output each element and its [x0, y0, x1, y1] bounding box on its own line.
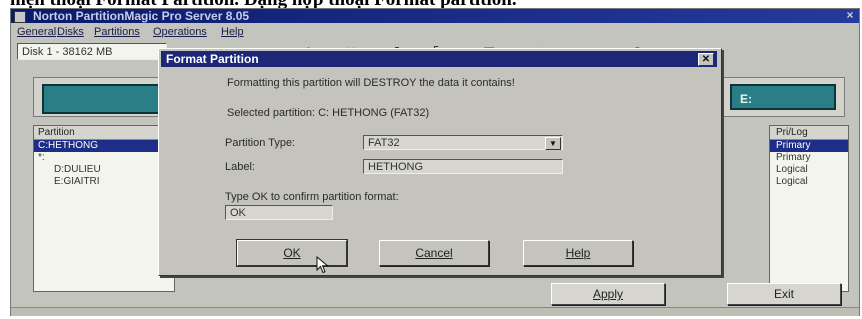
cancel-button[interactable]: Cancel — [379, 240, 489, 266]
partition-column-header[interactable]: Partition — [34, 126, 174, 140]
menu-general[interactable]: General — [17, 23, 56, 41]
dialog-selected-partition: Selected partition: C: HETHONG (FAT32) — [227, 107, 430, 119]
list-item[interactable]: E:GIAITRI — [34, 176, 174, 188]
confirm-field[interactable]: OK — [225, 205, 333, 220]
list-item[interactable]: D:DULIEU — [34, 164, 174, 176]
menu-help[interactable]: Help — [221, 23, 244, 41]
partition-type-select[interactable]: FAT32 ▼ — [363, 135, 563, 150]
dialog-close-icon[interactable]: ✕ — [698, 53, 714, 66]
menu-disks[interactable]: Disks — [57, 23, 84, 41]
partition-type-label: Partition Type: — [225, 137, 296, 149]
chevron-down-icon[interactable]: ▼ — [545, 137, 561, 150]
confirm-label: Type OK to confirm partition format: — [225, 191, 399, 203]
list-item[interactable]: Primary — [770, 140, 848, 152]
ok-button[interactable]: OK — [236, 239, 348, 267]
app-close-button[interactable]: × — [843, 9, 857, 22]
dialog-warning: Formatting this partition will DESTROY t… — [227, 77, 515, 89]
help-button-label: Help — [565, 246, 591, 260]
menu-partitions[interactable]: Partitions — [94, 23, 140, 41]
list-item[interactable]: *: — [34, 152, 174, 164]
apply-button[interactable]: Apply — [551, 283, 665, 305]
list-item[interactable]: Primary — [770, 152, 848, 164]
label-field[interactable]: HETHONG — [363, 159, 563, 174]
status-bar — [11, 307, 859, 316]
apply-button-label: Apply — [592, 287, 624, 301]
pri-log-column: Pri/Log Primary Primary Logical Logical — [769, 125, 849, 292]
list-item[interactable]: Logical — [770, 164, 848, 176]
list-item[interactable]: C:HETHONG — [34, 140, 174, 152]
exit-button-label: Exit — [773, 287, 794, 301]
pri-log-column-header[interactable]: Pri/Log — [770, 126, 848, 140]
cancel-button-label: Cancel — [415, 246, 453, 260]
menu-operations[interactable]: Operations — [153, 23, 207, 41]
partition-block-e[interactable]: E: — [730, 84, 836, 110]
help-button[interactable]: Help — [523, 240, 633, 266]
list-item[interactable]: Logical — [770, 176, 848, 188]
partition-type-value: FAT32 — [368, 137, 400, 149]
menubar: General Disks Partitions Operations Help — [11, 23, 859, 41]
app-title: Norton PartitionMagic Pro Server 8.05 — [33, 9, 250, 23]
format-partition-dialog: Format Partition ✕ Formatting this parti… — [158, 48, 722, 276]
dialog-titlebar: Format Partition ✕ — [161, 51, 717, 67]
disk-select[interactable]: Disk 1 - 38162 MB — [17, 43, 167, 60]
dialog-title: Format Partition — [166, 52, 259, 66]
mouse-pointer-icon — [316, 256, 329, 274]
ok-button-label: OK — [283, 246, 301, 260]
label-label: Label: — [225, 161, 255, 173]
exit-button[interactable]: Exit — [727, 283, 841, 305]
app-titlebar: Norton PartitionMagic Pro Server 8.05 × — [11, 9, 859, 23]
partition-list: Partition C:HETHONG *: D:DULIEU E:GIAITR… — [33, 125, 175, 292]
system-menu-icon[interactable] — [14, 11, 26, 23]
